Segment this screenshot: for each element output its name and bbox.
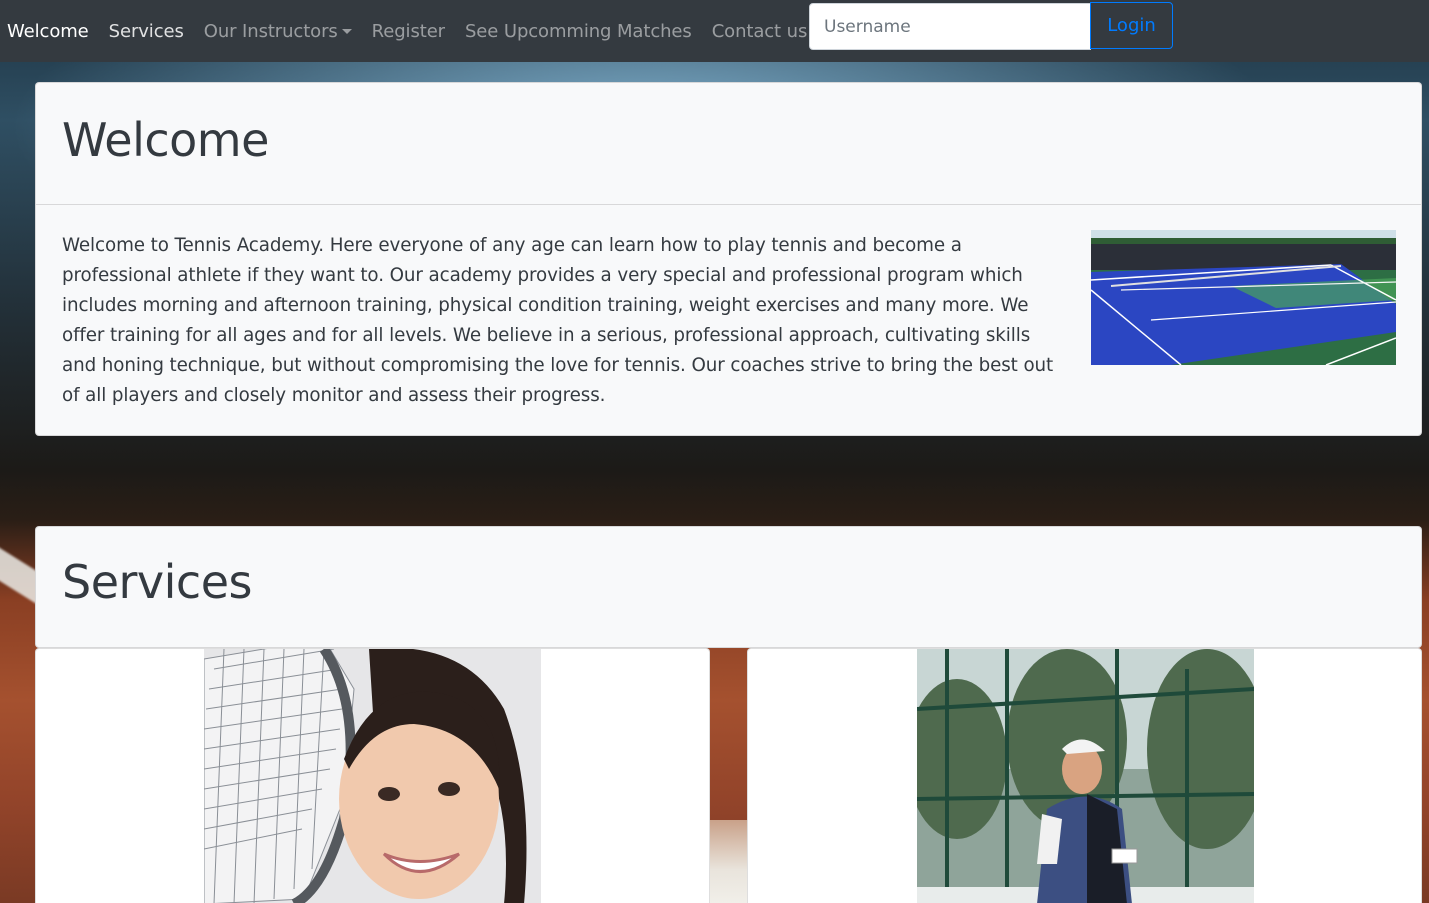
girl-with-racket-photo — [204, 649, 541, 903]
services-title: Services — [62, 555, 252, 609]
nav-dropdown-label: Our Instructors — [203, 20, 338, 42]
nav-link-contact[interactable]: Contact us — [712, 21, 808, 42]
services-card: Services — [35, 526, 1422, 648]
login-button[interactable]: Login — [1090, 2, 1173, 49]
service-card-1 — [35, 648, 710, 903]
welcome-card: Welcome Welcome to Tennis Academy. Here … — [35, 82, 1422, 436]
player-on-padel-court-photo — [917, 649, 1254, 903]
nav-link-welcome[interactable]: Welcome — [7, 21, 89, 42]
username-input[interactable] — [809, 3, 1091, 50]
nav-link-services[interactable]: Services — [109, 21, 184, 42]
nav-link-matches[interactable]: See Upcomming Matches — [465, 21, 692, 42]
caret-down-icon — [341, 28, 352, 34]
welcome-header: Welcome — [36, 83, 1421, 205]
welcome-text: Welcome to Tennis Academy. Here everyone… — [62, 235, 1054, 406]
background-tennis-balls — [706, 820, 750, 903]
service-card-2 — [747, 648, 1422, 903]
top-navbar: Welcome Services Our Instructors Registe… — [0, 0, 1429, 62]
nav-dropdown-instructors[interactable]: Our Instructors — [204, 21, 352, 42]
services-header: Services — [36, 527, 1421, 649]
nav-link-register[interactable]: Register — [372, 21, 445, 42]
tennis-court-image — [1091, 230, 1396, 365]
welcome-title: Welcome — [62, 113, 269, 167]
